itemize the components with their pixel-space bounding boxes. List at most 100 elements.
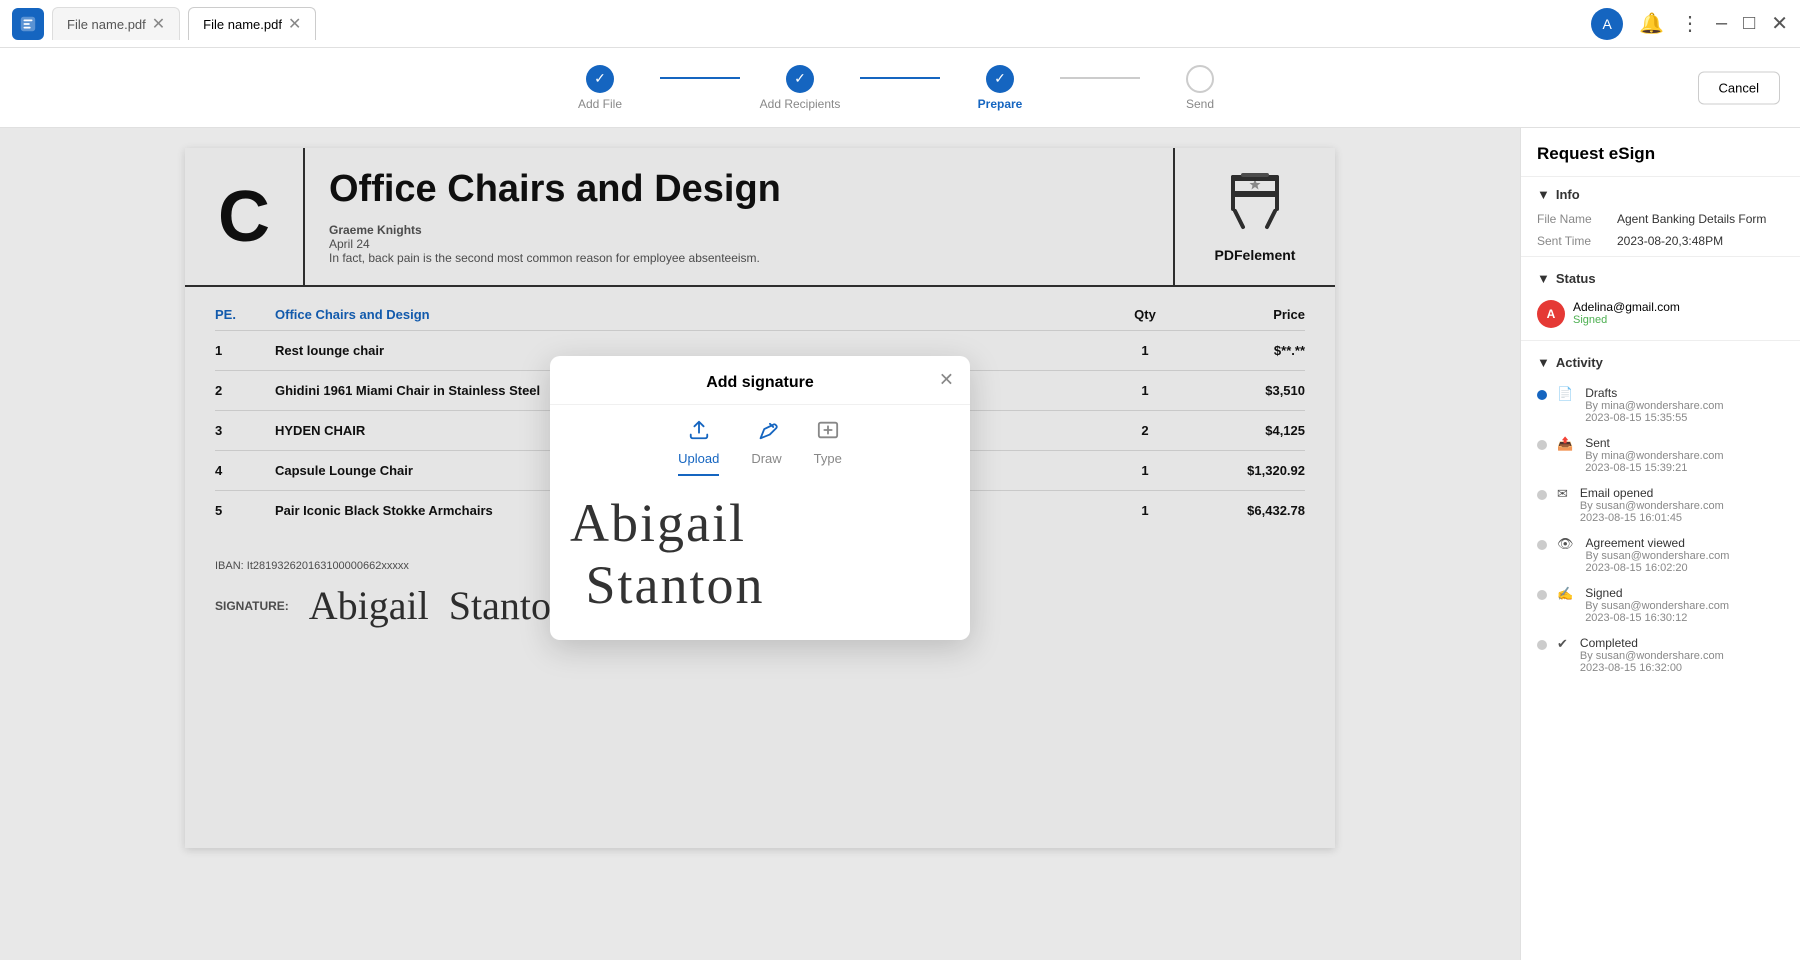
minimize-icon[interactable]: – — [1716, 12, 1727, 35]
status-email-1: Adelina@gmail.com — [1573, 300, 1680, 314]
activity-arrow-icon: ▼ — [1537, 355, 1550, 370]
step-prepare-label: Prepare — [978, 97, 1023, 111]
file-name-label: File Name — [1537, 212, 1617, 226]
more-icon[interactable]: ⋮ — [1680, 11, 1700, 36]
draw-icon — [756, 419, 778, 447]
step-line-3 — [1060, 77, 1140, 79]
activity-item-agreement-viewed: 👁 Agreement viewed By susan@wondershare.… — [1521, 530, 1800, 580]
modal-tabs: Upload Draw Type — [550, 405, 970, 476]
cancel-button[interactable]: Cancel — [1698, 71, 1780, 104]
tab-1-close[interactable]: ✕ — [152, 14, 165, 34]
sent-time-label: Sent Time — [1537, 234, 1617, 248]
modal-tab-type[interactable]: Type — [814, 419, 842, 476]
activity-title-drafts: Drafts — [1585, 386, 1723, 400]
step-add-recipients-label: Add Recipients — [760, 97, 841, 111]
status-badge-1: Signed — [1573, 314, 1680, 326]
modal-overlay: Add signature ✕ Upload — [185, 148, 1335, 848]
panel-title: Request eSign — [1521, 128, 1800, 177]
maximize-icon[interactable]: □ — [1743, 12, 1755, 35]
user-avatar[interactable]: A — [1591, 8, 1623, 40]
activity-time-sent: 2023-08-15 15:39:21 — [1585, 462, 1723, 474]
status-details-1: Adelina@gmail.com Signed — [1573, 300, 1680, 326]
step-line-1 — [660, 77, 740, 79]
activity-icon-sent: 📤 — [1557, 436, 1573, 452]
activity-dot-completed — [1537, 640, 1547, 650]
activity-by-email-opened: By susan@wondershare.com — [1580, 500, 1724, 512]
modal-tab-type-label: Type — [814, 451, 842, 466]
step-prepare-circle: ✓ — [986, 65, 1014, 93]
main-area: C Office Chairs and Design Graeme Knight… — [0, 128, 1800, 960]
activity-section-header[interactable]: ▼ Activity — [1521, 345, 1800, 376]
tab-2-close[interactable]: ✕ — [288, 14, 301, 34]
activity-item-drafts: 📄 Drafts By mina@wondershare.com 2023-08… — [1521, 380, 1800, 430]
step-prepare: ✓ Prepare — [940, 65, 1060, 111]
activity-by-sent: By mina@wondershare.com — [1585, 450, 1723, 462]
activity-item-signed: ✍ Signed By susan@wondershare.com 2023-0… — [1521, 580, 1800, 630]
workflow-steps: ✓ Add File ✓ Add Recipients ✓ Prepare Se… — [540, 65, 1260, 111]
activity-title-email-opened: Email opened — [1580, 486, 1724, 500]
activity-icon-completed: ✔ — [1557, 636, 1568, 652]
modal-title: Add signature — [706, 374, 814, 392]
type-icon — [817, 419, 839, 447]
info-section-header[interactable]: ▼ Info — [1521, 177, 1800, 208]
pdf-page: C Office Chairs and Design Graeme Knight… — [185, 148, 1335, 848]
activity-icon-email-opened: ✉ — [1557, 486, 1568, 502]
modal-tab-upload[interactable]: Upload — [678, 419, 719, 476]
divider-2 — [1521, 340, 1800, 341]
info-file-name-row: File Name Agent Banking Details Form — [1521, 208, 1800, 230]
activity-time-signed: 2023-08-15 16:30:12 — [1585, 612, 1729, 624]
workflow-bar: ✓ Add File ✓ Add Recipients ✓ Prepare Se… — [0, 48, 1800, 128]
divider-1 — [1521, 256, 1800, 257]
step-add-recipients-circle: ✓ — [786, 65, 814, 93]
tab-2[interactable]: File name.pdf ✕ — [188, 7, 316, 40]
activity-icon-agreement-viewed: 👁 — [1557, 536, 1574, 552]
activity-item-sent: 📤 Sent By mina@wondershare.com 2023-08-1… — [1521, 430, 1800, 480]
step-add-file-circle: ✓ — [586, 65, 614, 93]
tab-1-label: File name.pdf — [67, 17, 146, 32]
step-send: Send — [1140, 65, 1260, 111]
status-item-1: A Adelina@gmail.com Signed — [1521, 292, 1800, 336]
app-logo — [12, 8, 44, 40]
activity-title-sent: Sent — [1585, 436, 1723, 450]
upload-icon — [688, 419, 710, 447]
info-section-label: Info — [1556, 187, 1580, 202]
activity-title-agreement-viewed: Agreement viewed — [1586, 536, 1730, 550]
modal-close-button[interactable]: ✕ — [939, 370, 954, 391]
activity-time-drafts: 2023-08-15 15:35:55 — [1585, 412, 1723, 424]
activity-dot-agreement-viewed — [1537, 540, 1547, 550]
modal-tab-draw-label: Draw — [751, 451, 781, 466]
activity-list: 📄 Drafts By mina@wondershare.com 2023-08… — [1521, 376, 1800, 684]
step-send-circle — [1186, 65, 1214, 93]
close-window-icon[interactable]: ✕ — [1771, 11, 1788, 36]
right-panel: Request eSign ▼ Info File Name Agent Ban… — [1520, 128, 1800, 960]
top-bar: File name.pdf ✕ File name.pdf ✕ A 🔔 ⋮ – … — [0, 0, 1800, 48]
sent-time-value: 2023-08-20,3:48PM — [1617, 234, 1784, 248]
activity-title-signed: Signed — [1585, 586, 1729, 600]
info-sent-time-row: Sent Time 2023-08-20,3:48PM — [1521, 230, 1800, 252]
bell-icon[interactable]: 🔔 — [1639, 11, 1664, 36]
activity-title-completed: Completed — [1580, 636, 1724, 650]
status-section-label: Status — [1556, 271, 1596, 286]
modal-tab-upload-label: Upload — [678, 451, 719, 466]
activity-dot-sent — [1537, 440, 1547, 450]
status-section-header[interactable]: ▼ Status — [1521, 261, 1800, 292]
step-send-label: Send — [1186, 97, 1214, 111]
status-avatar-1: A — [1537, 300, 1565, 328]
add-signature-modal: Add signature ✕ Upload — [550, 356, 970, 640]
activity-by-agreement-viewed: By susan@wondershare.com — [1586, 550, 1730, 562]
activity-dot-signed — [1537, 590, 1547, 600]
modal-body: Abigail Stanton — [550, 476, 970, 640]
activity-time-agreement-viewed: 2023-08-15 16:02:20 — [1586, 562, 1730, 574]
activity-icon-drafts: 📄 — [1557, 386, 1573, 402]
modal-tab-draw[interactable]: Draw — [751, 419, 781, 476]
modal-signature-preview: Abigail Stanton — [570, 492, 950, 616]
step-add-file: ✓ Add File — [540, 65, 660, 111]
step-add-recipients: ✓ Add Recipients — [740, 65, 860, 111]
activity-dot-drafts — [1537, 390, 1547, 400]
activity-item-completed: ✔ Completed By susan@wondershare.com 202… — [1521, 630, 1800, 680]
tab-1[interactable]: File name.pdf ✕ — [52, 7, 180, 40]
activity-by-completed: By susan@wondershare.com — [1580, 650, 1724, 662]
activity-icon-signed: ✍ — [1557, 586, 1573, 602]
pdf-area: C Office Chairs and Design Graeme Knight… — [0, 128, 1520, 960]
tab-2-label: File name.pdf — [203, 17, 282, 32]
